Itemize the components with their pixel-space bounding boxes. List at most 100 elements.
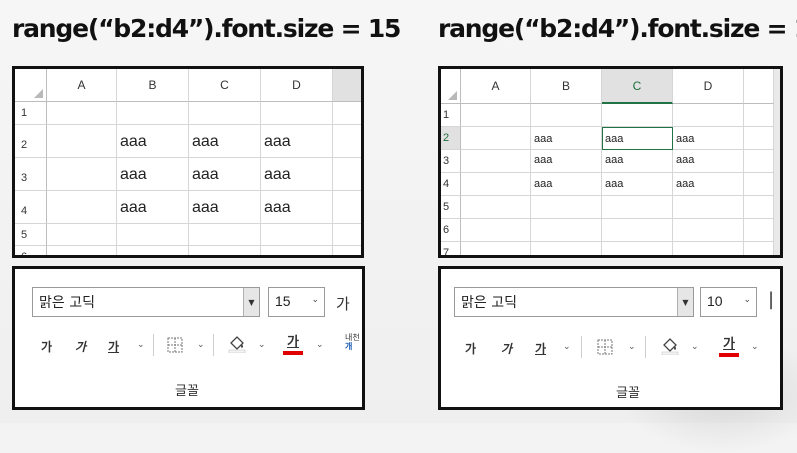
- increase-font-size-button[interactable]: 가: [336, 293, 350, 314]
- cell-e3[interactable]: [333, 158, 361, 191]
- cell-b6[interactable]: [531, 219, 602, 242]
- select-all-corner[interactable]: [441, 69, 461, 104]
- cell-d4[interactable]: aaa: [673, 173, 744, 196]
- font-size-combobox[interactable]: 10 ⌄: [700, 287, 757, 317]
- cell-d5[interactable]: [261, 224, 333, 246]
- cell-b1[interactable]: [117, 102, 189, 125]
- cell-e1[interactable]: [333, 102, 361, 125]
- cell-a2[interactable]: [47, 125, 117, 158]
- cell-c5[interactable]: [602, 196, 673, 219]
- row-header-6[interactable]: 6: [15, 246, 47, 255]
- italic-button[interactable]: 가: [501, 340, 512, 357]
- cell-c4[interactable]: aaa: [189, 191, 261, 224]
- cell-a1[interactable]: [461, 104, 531, 127]
- cell-d3[interactable]: aaa: [673, 150, 744, 173]
- cell-b5[interactable]: [117, 224, 189, 246]
- cell-a6[interactable]: [47, 246, 117, 255]
- cell-c6[interactable]: [602, 219, 673, 242]
- fill-color-bucket-icon[interactable]: [227, 333, 247, 353]
- cell-b3[interactable]: aaa: [117, 158, 189, 191]
- row-header-7[interactable]: 7: [441, 242, 461, 255]
- cell-b4[interactable]: aaa: [117, 191, 189, 224]
- row-header-1[interactable]: 1: [15, 102, 47, 125]
- cell-c4[interactable]: aaa: [602, 173, 673, 196]
- cell-a4[interactable]: [47, 191, 117, 224]
- row-header-6[interactable]: 6: [441, 219, 461, 242]
- cell-e4[interactable]: [744, 173, 774, 196]
- cell-e4[interactable]: [333, 191, 361, 224]
- cell-a2[interactable]: [461, 127, 531, 150]
- cell-c1[interactable]: [189, 102, 261, 125]
- cell-c2-active[interactable]: aaa: [602, 127, 673, 150]
- bold-button[interactable]: 가: [41, 338, 52, 355]
- cell-e6[interactable]: [744, 219, 774, 242]
- column-header-c[interactable]: C: [189, 69, 261, 102]
- cell-b7[interactable]: [531, 242, 602, 255]
- borders-icon[interactable]: [167, 337, 183, 353]
- underline-button[interactable]: 가: [108, 338, 119, 355]
- cell-c7[interactable]: [602, 242, 673, 255]
- column-header-b[interactable]: B: [531, 69, 602, 104]
- underline-button[interactable]: 가: [535, 340, 546, 357]
- cell-d1[interactable]: [261, 102, 333, 125]
- cell-c6[interactable]: [189, 246, 261, 255]
- cell-d6[interactable]: [261, 246, 333, 255]
- cell-e2[interactable]: [333, 125, 361, 158]
- italic-button[interactable]: 가: [75, 338, 86, 355]
- font-color-button[interactable]: 가: [717, 333, 741, 357]
- cell-d3[interactable]: aaa: [261, 158, 333, 191]
- cell-d7[interactable]: [673, 242, 744, 255]
- row-header-4[interactable]: 4: [441, 173, 461, 196]
- increase-font-size-button[interactable]: |: [768, 289, 774, 310]
- cell-c1[interactable]: [602, 104, 673, 127]
- cell-a5[interactable]: [461, 196, 531, 219]
- font-name-combobox[interactable]: 맑은 고딕 ▼: [32, 287, 260, 317]
- cell-b3[interactable]: aaa: [531, 150, 602, 173]
- cell-a1[interactable]: [47, 102, 117, 125]
- column-header-a[interactable]: A: [461, 69, 531, 104]
- font-color-dropdown-chevron-icon[interactable]: ⌄: [751, 342, 759, 352]
- cell-a6[interactable]: [461, 219, 531, 242]
- font-color-dropdown-chevron-icon[interactable]: ⌄: [316, 340, 324, 350]
- fill-color-dropdown-chevron-icon[interactable]: ⌄: [258, 340, 266, 350]
- row-header-2[interactable]: 2: [15, 125, 47, 158]
- column-header-d[interactable]: D: [673, 69, 744, 104]
- cell-b1[interactable]: [531, 104, 602, 127]
- cell-d5[interactable]: [673, 196, 744, 219]
- cell-c2[interactable]: aaa: [189, 125, 261, 158]
- cell-e5[interactable]: [744, 196, 774, 219]
- underline-dropdown-chevron-icon[interactable]: ⌄: [137, 340, 145, 350]
- cell-c3[interactable]: aaa: [602, 150, 673, 173]
- cell-b2[interactable]: aaa: [531, 127, 602, 150]
- cell-a3[interactable]: [47, 158, 117, 191]
- cell-e5[interactable]: [333, 224, 361, 246]
- cell-e1[interactable]: [744, 104, 774, 127]
- row-header-4[interactable]: 4: [15, 191, 47, 224]
- cell-d6[interactable]: [673, 219, 744, 242]
- cell-e3[interactable]: [744, 150, 774, 173]
- cell-e6[interactable]: [333, 246, 361, 255]
- phonetic-guide-button[interactable]: 내천 개: [345, 333, 360, 351]
- row-header-3[interactable]: 3: [15, 158, 47, 191]
- bold-button[interactable]: 가: [465, 340, 476, 357]
- cell-e7[interactable]: [744, 242, 774, 255]
- cell-a4[interactable]: [461, 173, 531, 196]
- cell-b2[interactable]: aaa: [117, 125, 189, 158]
- cell-e2[interactable]: [744, 127, 774, 150]
- select-all-corner[interactable]: [15, 69, 47, 102]
- row-header-5[interactable]: 5: [441, 196, 461, 219]
- column-header-b[interactable]: B: [117, 69, 189, 102]
- cell-d1[interactable]: [673, 104, 744, 127]
- cell-b4[interactable]: aaa: [531, 173, 602, 196]
- cell-d2[interactable]: aaa: [261, 125, 333, 158]
- cell-c3[interactable]: aaa: [189, 158, 261, 191]
- fill-color-dropdown-chevron-icon[interactable]: ⌄: [691, 342, 699, 352]
- font-name-dropdown-button[interactable]: ▼: [677, 288, 693, 316]
- cell-a7[interactable]: [461, 242, 531, 255]
- fill-color-bucket-icon[interactable]: [660, 335, 680, 355]
- row-header-5[interactable]: 5: [15, 224, 47, 246]
- column-header-c[interactable]: C: [602, 69, 673, 104]
- cell-c5[interactable]: [189, 224, 261, 246]
- font-name-dropdown-button[interactable]: ▼: [243, 288, 259, 316]
- vertical-scrollbar[interactable]: [774, 69, 780, 255]
